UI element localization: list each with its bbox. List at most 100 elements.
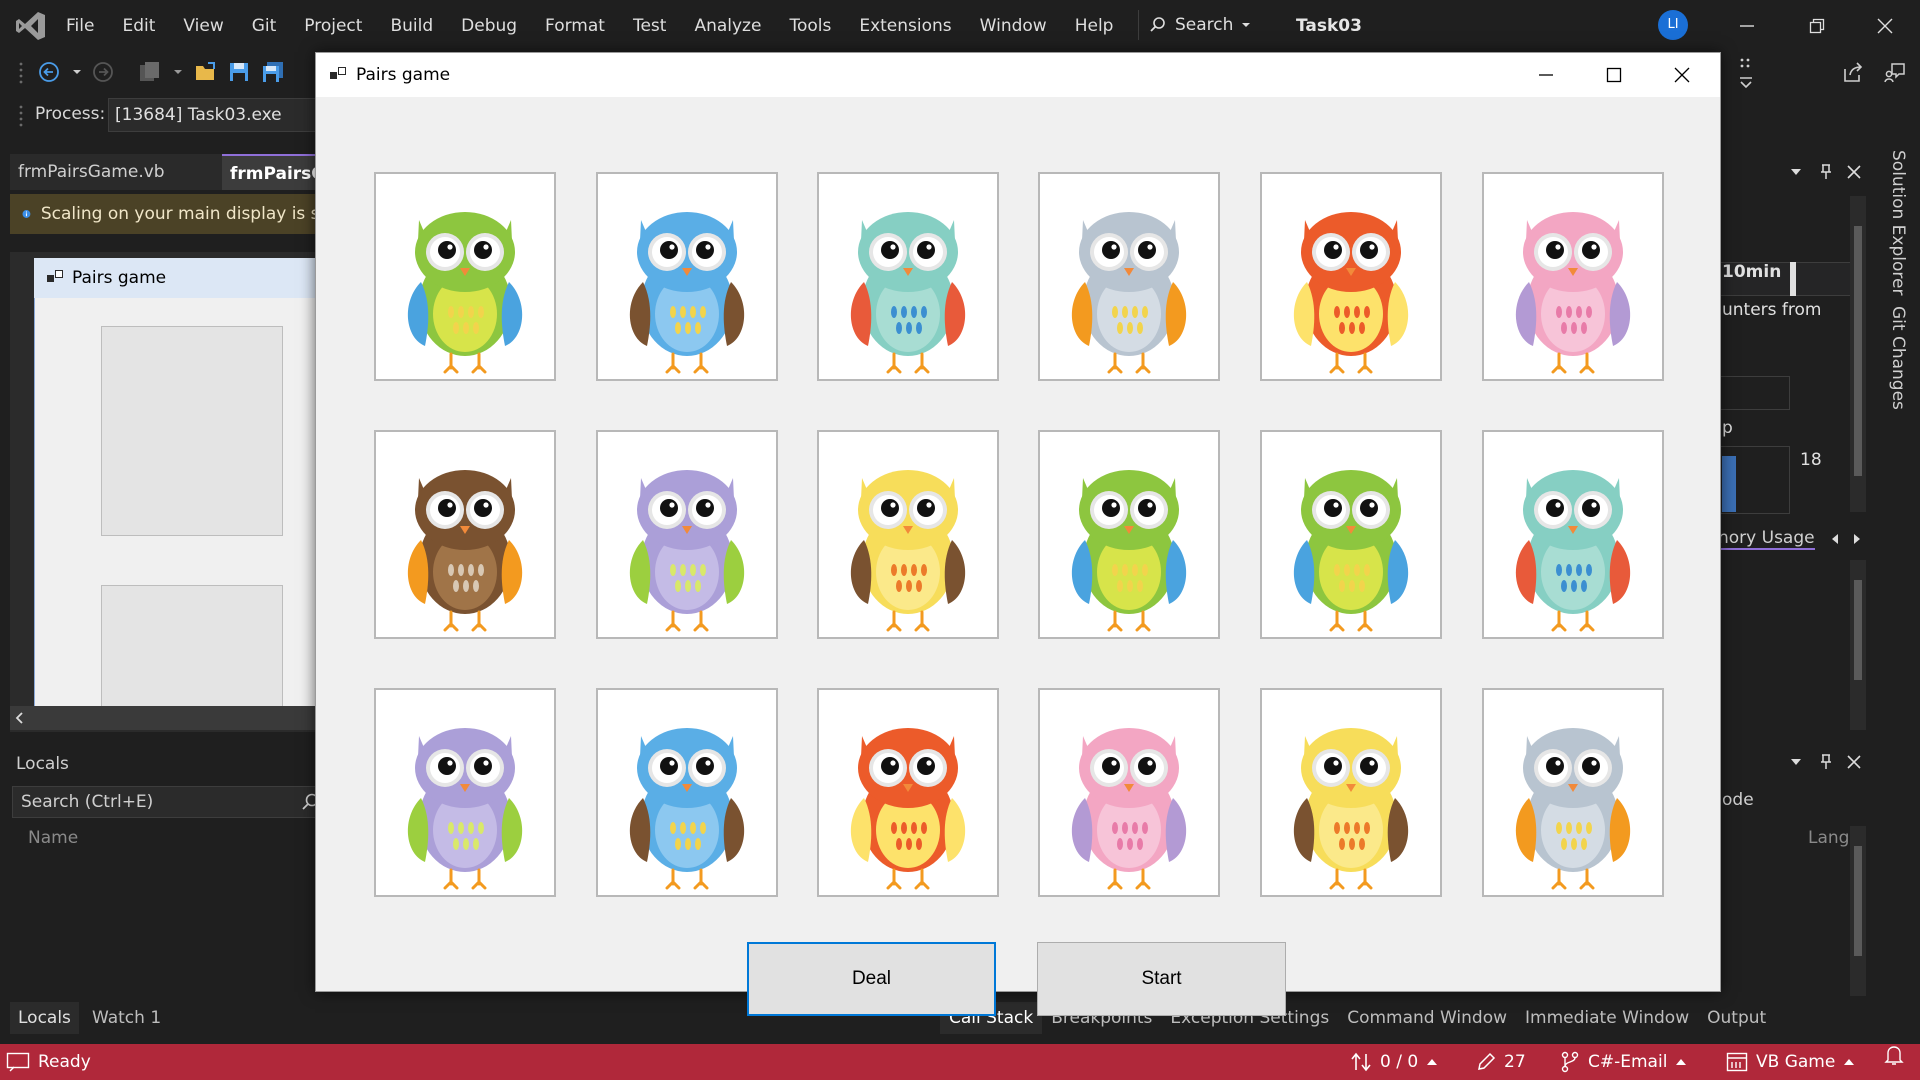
deal-button[interactable]: Deal: [747, 942, 996, 1016]
pane-dropdown-icon[interactable]: [1790, 166, 1802, 178]
search-button[interactable]: Search: [1138, 10, 1261, 40]
card-brown-owl[interactable]: [374, 430, 556, 639]
tab-output[interactable]: Output: [1698, 1002, 1775, 1034]
card-purple-owl[interactable]: [374, 688, 556, 897]
close-button[interactable]: [1850, 0, 1920, 52]
designer-horizontal-scrollbar[interactable]: [10, 706, 330, 730]
menu-debug[interactable]: Debug: [447, 0, 531, 52]
process-select[interactable]: [13684] Task03.exe: [108, 98, 323, 132]
info-icon: [22, 210, 31, 218]
menu-tools[interactable]: Tools: [775, 0, 845, 52]
pin-icon[interactable]: [1818, 163, 1834, 181]
locals-column-name[interactable]: Name: [28, 828, 78, 848]
status-changes-count: 0 / 0: [1380, 1052, 1419, 1072]
card-teal-owl[interactable]: [1482, 430, 1664, 639]
open-folder-icon[interactable]: [194, 61, 218, 83]
vertical-tool-tabs: Solution Explorer Git Changes: [1878, 150, 1912, 420]
save-icon[interactable]: [228, 61, 250, 83]
card-blue-owl[interactable]: [596, 172, 778, 381]
menu-help[interactable]: Help: [1061, 0, 1128, 52]
card-pink-owl[interactable]: [1038, 688, 1220, 897]
card-yellow-owl[interactable]: [817, 430, 999, 639]
menu-file[interactable]: File: [52, 0, 108, 52]
maximize-icon[interactable]: [1606, 67, 1622, 83]
pairs-game-window[interactable]: Pairs game Deal Start: [315, 52, 1721, 1016]
close-pane-icon[interactable]: [1846, 164, 1862, 180]
designer-picturebox[interactable]: [101, 585, 283, 710]
restore-button[interactable]: [1782, 0, 1852, 52]
back-dropdown-icon[interactable]: [72, 67, 82, 77]
tab-scroll-icon[interactable]: [1826, 532, 1866, 546]
new-project-icon[interactable]: [138, 61, 162, 83]
tab-git-changes[interactable]: Git Changes: [1888, 306, 1908, 410]
pin-icon[interactable]: [1818, 753, 1834, 771]
designer-picturebox[interactable]: [101, 326, 283, 536]
avatar[interactable]: LI: [1658, 10, 1688, 40]
status-changes[interactable]: 0 / 0: [1350, 1044, 1438, 1080]
orange-owl-icon: [850, 728, 966, 890]
diagnostic-vertical-scrollbar[interactable]: [1850, 196, 1866, 512]
close-pane-icon[interactable]: [1846, 754, 1862, 770]
card-orange-owl[interactable]: [1260, 172, 1442, 381]
tab-memory-usage[interactable]: nory Usage: [1718, 528, 1815, 550]
call-stack-text: ode: [1722, 790, 1754, 810]
status-edits[interactable]: 27: [1476, 1044, 1526, 1080]
card-green-owl[interactable]: [374, 172, 556, 381]
card-orange-owl[interactable]: [817, 688, 999, 897]
tab-watch-1[interactable]: Watch 1: [84, 1002, 169, 1034]
start-button[interactable]: Start: [1037, 942, 1286, 1016]
menu-window[interactable]: Window: [966, 0, 1061, 52]
menu-project[interactable]: Project: [290, 0, 376, 52]
card-blue-owl[interactable]: [596, 688, 778, 897]
live-share-icon[interactable]: [1842, 61, 1864, 83]
tab-immediate-window[interactable]: Immediate Window: [1516, 1002, 1698, 1034]
menu-view[interactable]: View: [169, 0, 237, 52]
menu-edit[interactable]: Edit: [108, 0, 169, 52]
card-yellow-owl[interactable]: [1260, 688, 1442, 897]
call-stack-vertical-scrollbar[interactable]: [1850, 826, 1866, 996]
restore-icon: [1809, 18, 1825, 34]
minimize-icon[interactable]: [1538, 67, 1554, 83]
memory-vertical-scrollbar[interactable]: [1850, 560, 1866, 730]
status-ready-text: Ready: [38, 1052, 91, 1072]
menu-extensions[interactable]: Extensions: [845, 0, 965, 52]
tab-frmpairsgame-design[interactable]: frmPairsG: [222, 154, 325, 190]
tab-frmpairsgame-vb[interactable]: frmPairsGame.vb: [10, 154, 222, 190]
menu-format[interactable]: Format: [531, 0, 619, 52]
output-icon: [6, 1052, 30, 1072]
overflow-icon[interactable]: [1736, 56, 1756, 90]
card-gray-owl[interactable]: [1482, 688, 1664, 897]
card-gray-owl[interactable]: [1038, 172, 1220, 381]
close-icon[interactable]: [1674, 67, 1690, 83]
menu-analyze[interactable]: Analyze: [680, 0, 775, 52]
menu-test[interactable]: Test: [619, 0, 680, 52]
card-purple-owl[interactable]: [596, 430, 778, 639]
card-green-owl[interactable]: [1038, 430, 1220, 639]
pane-dropdown-icon[interactable]: [1790, 756, 1802, 768]
feedback-icon[interactable]: [1884, 61, 1906, 83]
forward-icon[interactable]: [92, 61, 114, 83]
status-branch[interactable]: VB Game: [1726, 1044, 1855, 1080]
pairs-game-titlebar[interactable]: Pairs game: [316, 53, 1720, 97]
tab-solution-explorer[interactable]: Solution Explorer: [1888, 150, 1908, 295]
minimize-button[interactable]: [1712, 0, 1782, 52]
save-all-icon[interactable]: [262, 61, 284, 83]
notifications-button[interactable]: [1884, 1044, 1904, 1066]
menu-build[interactable]: Build: [376, 0, 447, 52]
tab-locals[interactable]: Locals: [10, 1002, 79, 1034]
tab-command-window[interactable]: Command Window: [1338, 1002, 1516, 1034]
card-teal-owl[interactable]: [817, 172, 999, 381]
new-dropdown-icon[interactable]: [173, 67, 183, 77]
menu-git[interactable]: Git: [238, 0, 291, 52]
locals-search-input[interactable]: Search (Ctrl+E): [12, 786, 330, 818]
scroll-left-icon[interactable]: [14, 712, 26, 724]
card-green-owl[interactable]: [1260, 430, 1442, 639]
card-pink-owl[interactable]: [1482, 172, 1664, 381]
status-repository[interactable]: C#-Email: [1560, 1044, 1687, 1080]
status-bar: Ready 0 / 0 27 C#-Email VB Game: [0, 1044, 1920, 1080]
timeline-marker[interactable]: [1790, 262, 1796, 296]
call-stack-column-lang[interactable]: Lang: [1808, 828, 1849, 848]
visual-studio-logo-icon[interactable]: [14, 9, 48, 43]
back-icon[interactable]: [38, 61, 60, 83]
chevron-up-icon: [1427, 1059, 1438, 1065]
